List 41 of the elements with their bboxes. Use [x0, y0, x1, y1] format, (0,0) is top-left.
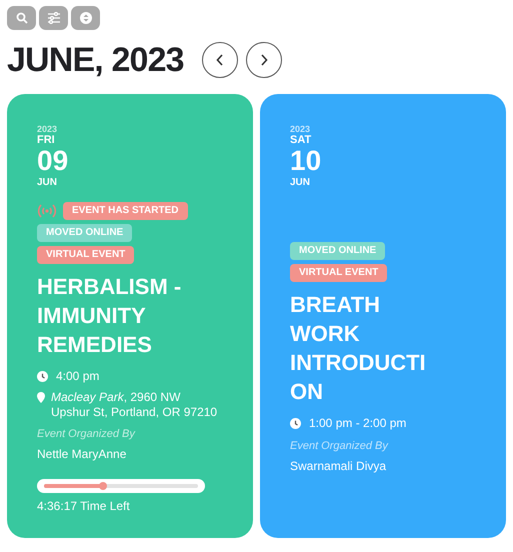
map-pin-icon: [37, 392, 45, 403]
sort-icon: [80, 11, 92, 25]
chevron-left-icon: [216, 54, 224, 66]
event-weekday: SAT: [290, 134, 312, 146]
event-time: 4:00 pm: [56, 368, 100, 385]
broadcast-icon: [37, 203, 57, 219]
event-month: JUN: [37, 176, 58, 190]
filter-button[interactable]: [39, 6, 68, 30]
event-year: 2023: [290, 124, 312, 134]
clock-icon: [37, 370, 48, 382]
event-day: 10: [290, 146, 494, 176]
event-card[interactable]: 2023 SAT 10 JUN MOVED ONLINE VIRTUAL EVENT BREATH WORK INTRODUCTI ON 1:00 pm - 2:00 pm Event Organized By Swarnamali Divya: [260, 94, 506, 538]
chevron-right-icon: [260, 54, 268, 66]
event-title[interactable]: HERBALISM - IMMUNITY REMEDIES: [37, 272, 241, 359]
previous-month-button[interactable]: [202, 42, 238, 78]
event-title[interactable]: BREATH WORK INTRODUCTI ON: [290, 290, 494, 406]
event-card[interactable]: [7, 94, 253, 538]
event-tag: MOVED ONLINE: [290, 242, 386, 260]
search-icon: [16, 12, 28, 24]
organizer-label: Event Organized By: [290, 439, 390, 454]
organizer-name: Nettle MaryAnne: [37, 446, 128, 462]
event-day: 09: [37, 146, 241, 176]
event-tag: VIRTUAL EVENT: [290, 264, 388, 282]
next-month-button[interactable]: [246, 42, 282, 78]
event-tag: MOVED ONLINE: [37, 224, 132, 242]
organizer-label: Event Organized By: [37, 427, 136, 442]
event-time: 1:00 pm - 2:00 pm: [309, 415, 406, 432]
progress-thumb: [98, 482, 107, 490]
month-heading: JUNE, 2023: [7, 40, 184, 80]
clock-icon: [290, 418, 301, 428]
organizer-name: Swarnamali Divya: [290, 458, 388, 474]
search-button[interactable]: [7, 6, 36, 30]
sort-button[interactable]: [71, 6, 100, 30]
event-month: JUN: [290, 176, 312, 190]
sliders-icon: [46, 12, 60, 24]
event-year: 2023: [37, 124, 58, 134]
event-location: Macleay Park, 2960 NW Upshur St, Portland, OR 97210: [51, 390, 218, 420]
time-left: 4:36:17 Time Left: [37, 498, 131, 514]
event-weekday: FRI: [37, 134, 56, 146]
event-tag: EVENT HAS STARTED: [63, 202, 188, 220]
event-tag: VIRTUAL EVENT: [37, 246, 134, 264]
